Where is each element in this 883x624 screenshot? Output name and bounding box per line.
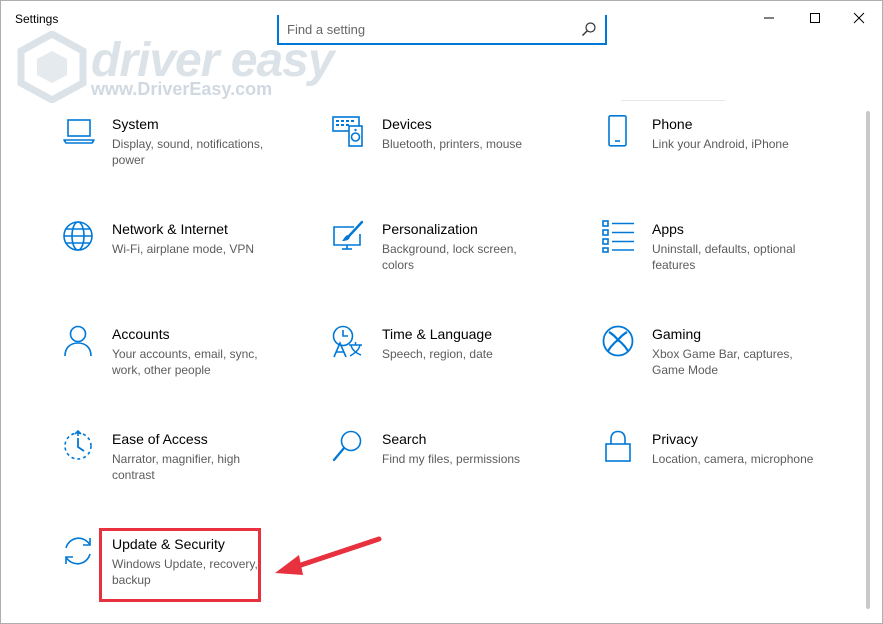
tile-phone[interactable]: Phone Link your Android, iPhone: [602, 115, 842, 195]
tile-title: Accounts: [112, 326, 170, 342]
tile-description: Link your Android, iPhone: [652, 137, 789, 151]
watermark: driver easy www.DriverEasy.com: [15, 27, 335, 107]
tile-description: Your accounts, email, sync, work, other …: [112, 347, 258, 377]
highlight-box: [99, 528, 261, 602]
scrollbar[interactable]: [866, 111, 870, 609]
maximize-icon: [810, 13, 820, 23]
search-field-icon[interactable]: [581, 21, 597, 37]
tile-privacy[interactable]: Privacy Location, camera, microphone: [602, 430, 842, 510]
phone-icon: [602, 115, 636, 149]
maximize-button[interactable]: [792, 1, 838, 35]
tile-description: Uninstall, defaults, optional features: [652, 242, 796, 272]
tile-gaming[interactable]: Gaming Xbox Game Bar, captures, Game Mod…: [602, 325, 842, 405]
lock-icon: [602, 430, 636, 464]
apps-list-icon: [602, 220, 636, 254]
tile-description: Display, sound, notifications, power: [112, 137, 264, 167]
tile-description: Bluetooth, printers, mouse: [382, 137, 523, 151]
time-language-icon: [332, 325, 366, 359]
tile-personalization[interactable]: Personalization Background, lock screen,…: [332, 220, 572, 300]
tile-title: Ease of Access: [112, 431, 208, 447]
tile-title: Gaming: [652, 326, 702, 342]
ease-of-access-icon: [62, 430, 96, 464]
tile-title: Personalization: [382, 221, 478, 237]
tile-title: System: [112, 116, 159, 132]
tile-description: Location, camera, microphone: [652, 452, 814, 466]
tile-title: Privacy: [652, 431, 698, 447]
tile-system[interactable]: System Display, sound, notifications, po…: [62, 115, 302, 195]
tile-apps[interactable]: Apps Uninstall, defaults, optional featu…: [602, 220, 842, 300]
laptop-icon: [62, 115, 96, 149]
tile-description: Wi-Fi, airplane mode, VPN: [112, 242, 255, 256]
tile-title: Search: [382, 431, 427, 447]
search-icon: [332, 430, 366, 464]
tile-search[interactable]: Search Find my files, permissions: [332, 430, 572, 510]
window-title: Settings: [15, 12, 59, 26]
paintbrush-icon: [332, 220, 366, 254]
tile-description: Speech, region, date: [382, 347, 493, 361]
tile-time-language[interactable]: Time & Language Speech, region, date: [332, 325, 572, 405]
divider: [621, 100, 725, 101]
tile-ease-of-access[interactable]: Ease of Access Narrator, magnifier, high…: [62, 430, 302, 510]
tile-network-internet[interactable]: Network & Internet Wi-Fi, airplane mode,…: [62, 220, 302, 300]
xbox-icon: [602, 325, 636, 359]
minimize-button[interactable]: [746, 1, 792, 35]
tile-description: Background, lock screen, colors: [382, 242, 517, 272]
red-arrow-icon: [275, 536, 382, 575]
tile-description: Narrator, magnifier, high contrast: [112, 452, 241, 482]
driver-easy-logo-icon: [17, 31, 87, 103]
tile-devices[interactable]: Devices Bluetooth, printers, mouse: [332, 115, 572, 195]
tile-description: Find my files, permissions: [382, 452, 521, 466]
tile-accounts[interactable]: Accounts Your accounts, email, sync, wor…: [62, 325, 302, 405]
tile-title: Network & Internet: [112, 221, 228, 237]
tile-title: Phone: [652, 116, 693, 132]
devices-icon: [332, 115, 366, 149]
tile-title: Devices: [382, 116, 432, 132]
close-icon: [853, 12, 865, 24]
tile-title: Apps: [652, 221, 684, 237]
person-icon: [62, 325, 96, 359]
watermark-url: www.DriverEasy.com: [91, 79, 273, 99]
close-button[interactable]: [836, 1, 882, 35]
tile-description: Xbox Game Bar, captures, Game Mode: [652, 347, 793, 377]
settings-window: Settings driver easy www.DriverEasy.com: [0, 0, 883, 624]
minimize-icon: [764, 17, 774, 19]
sync-icon: [62, 535, 96, 569]
globe-icon: [62, 220, 96, 254]
tile-title: Time & Language: [382, 326, 492, 342]
